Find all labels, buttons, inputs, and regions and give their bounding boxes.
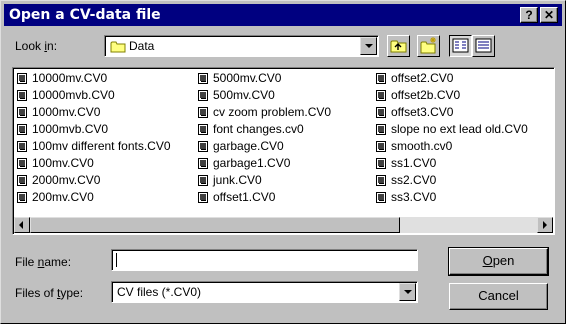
list-item[interactable]: 2000mv.CV0 — [15, 172, 171, 189]
scroll-right-button[interactable] — [537, 217, 553, 233]
list-item[interactable]: 100mv.CV0 — [15, 155, 171, 172]
list-item[interactable]: 1000mvb.CV0 — [15, 121, 171, 138]
list-item[interactable]: 10000mvb.CV0 — [15, 87, 171, 104]
cv-file-icon — [376, 73, 386, 84]
list-item[interactable]: offset2.CV0 — [374, 70, 528, 87]
list-item[interactable]: ss1.CV0 — [374, 155, 528, 172]
cv-file-icon — [198, 141, 208, 152]
title-bar: Open a CV-data file ? ✕ — [4, 4, 562, 26]
horizontal-scrollbar[interactable] — [14, 217, 553, 233]
list-item[interactable]: junk.CV0 — [196, 172, 331, 189]
close-icon: ✕ — [543, 8, 555, 22]
cv-file-icon — [17, 107, 27, 118]
file-type-dropdown[interactable]: CV files (*.CV0) — [111, 281, 418, 303]
cv-file-icon — [198, 73, 208, 84]
open-button[interactable]: Open — [448, 247, 549, 276]
cv-file-icon — [376, 107, 386, 118]
look-in-dropdown-arrow[interactable] — [360, 37, 377, 55]
cv-file-icon — [198, 192, 208, 203]
cv-file-icon — [17, 90, 27, 101]
cv-file-icon — [376, 175, 386, 186]
cv-file-icon — [376, 141, 386, 152]
cv-file-icon — [198, 124, 208, 135]
list-item[interactable]: 1000mv.CV0 — [15, 104, 171, 121]
list-item[interactable]: ss3.CV0 — [374, 189, 528, 206]
details-view-button[interactable] — [472, 35, 495, 57]
chevron-down-icon — [404, 290, 412, 294]
look-in-dropdown[interactable]: Data — [104, 35, 379, 57]
cv-file-icon — [376, 90, 386, 101]
list-item[interactable]: 500mv.CV0 — [196, 87, 331, 104]
cv-file-icon — [17, 175, 27, 186]
file-list[interactable]: 10000mv.CV0 10000mvb.CV0 1000mv.CV0 1000… — [12, 67, 555, 235]
up-one-level-icon — [390, 40, 407, 53]
file-type-dropdown-arrow[interactable] — [399, 283, 416, 301]
list-item[interactable]: font changes.cv0 — [196, 121, 331, 138]
cv-file-icon — [198, 107, 208, 118]
list-item[interactable]: 100mv different fonts.CV0 — [15, 138, 171, 155]
file-type-value: CV files (*.CV0) — [117, 285, 202, 299]
details-view-icon — [475, 38, 492, 53]
cv-file-icon — [376, 192, 386, 203]
scrollbar-thumb[interactable] — [30, 217, 400, 233]
list-view-icon — [452, 38, 469, 53]
list-item[interactable]: ss2.CV0 — [374, 172, 528, 189]
text-cursor — [116, 253, 117, 267]
chevron-down-icon — [365, 44, 373, 48]
list-item[interactable]: slope no ext lead old.CV0 — [374, 121, 528, 138]
new-folder-icon — [420, 37, 436, 54]
list-item[interactable]: 5000mv.CV0 — [196, 70, 331, 87]
up-one-level-button[interactable] — [387, 35, 410, 57]
file-name-input[interactable] — [111, 249, 418, 271]
cv-file-icon — [376, 124, 386, 135]
arrow-right-icon — [543, 221, 547, 229]
folder-icon — [110, 41, 126, 53]
list-item[interactable]: garbage.CV0 — [196, 138, 331, 155]
arrow-left-icon — [19, 221, 23, 229]
file-column-1: 10000mv.CV0 10000mvb.CV0 1000mv.CV0 1000… — [15, 70, 171, 206]
list-item[interactable]: 10000mv.CV0 — [15, 70, 171, 87]
cv-file-icon — [198, 175, 208, 186]
file-name-label: File name: — [15, 255, 72, 269]
cv-file-icon — [17, 192, 27, 203]
list-item[interactable]: 200mv.CV0 — [15, 189, 171, 206]
list-view-button[interactable] — [449, 35, 472, 57]
scroll-left-button[interactable] — [14, 217, 30, 233]
cancel-button[interactable]: Cancel — [449, 283, 548, 310]
file-column-2: 5000mv.CV0 500mv.CV0 cv zoom problem.CV0… — [196, 70, 331, 206]
file-type-label: Files of type: — [15, 286, 84, 300]
help-button[interactable]: ? — [520, 7, 538, 23]
look-in-label: Look in: — [15, 39, 58, 53]
list-item[interactable]: offset3.CV0 — [374, 104, 528, 121]
list-item[interactable]: offset1.CV0 — [196, 189, 331, 206]
new-folder-button[interactable] — [417, 35, 440, 57]
help-icon: ? — [525, 8, 533, 22]
open-file-dialog: Open a CV-data file ? ✕ Look in: Data 10… — [0, 0, 566, 324]
cv-file-icon — [17, 124, 27, 135]
cv-file-icon — [17, 73, 27, 84]
cv-file-icon — [198, 90, 208, 101]
cv-file-icon — [198, 158, 208, 169]
close-button[interactable]: ✕ — [540, 7, 558, 23]
window-title: Open a CV-data file — [9, 7, 161, 23]
file-column-3: offset2.CV0 offset2b.CV0 offset3.CV0 slo… — [374, 70, 528, 206]
list-item[interactable]: smooth.cv0 — [374, 138, 528, 155]
list-item[interactable]: offset2b.CV0 — [374, 87, 528, 104]
list-item[interactable]: cv zoom problem.CV0 — [196, 104, 331, 121]
list-item[interactable]: garbage1.CV0 — [196, 155, 331, 172]
cv-file-icon — [376, 158, 386, 169]
look-in-value: Data — [129, 39, 155, 53]
cv-file-icon — [17, 141, 27, 152]
cv-file-icon — [17, 158, 27, 169]
